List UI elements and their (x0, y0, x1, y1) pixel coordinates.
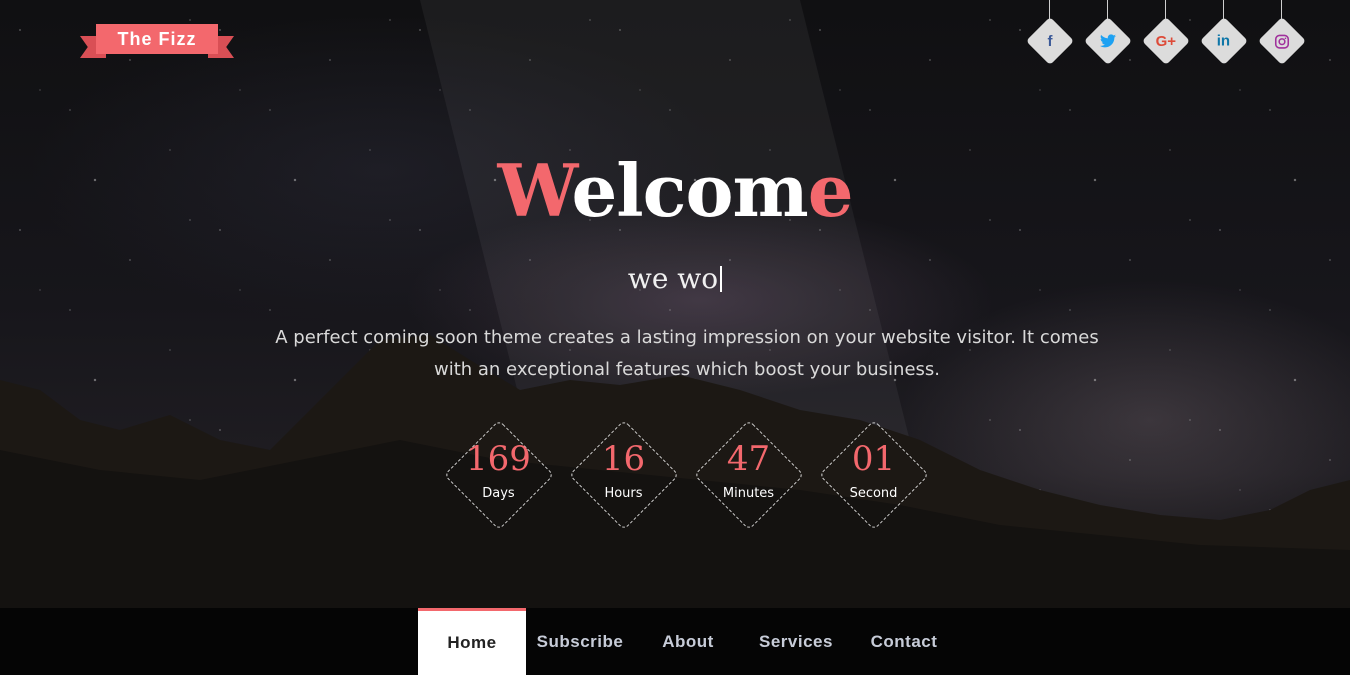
countdown-label: Days (482, 486, 515, 501)
countdown-value: 01 (851, 439, 896, 479)
typed-subtitle: we wo (0, 262, 1350, 295)
instagram-icon[interactable] (1257, 16, 1307, 66)
logo[interactable]: The Fizz (80, 24, 234, 62)
countdown-minutes: 47 Minutes (692, 418, 805, 531)
bottom-navbar: Home Subscribe About Services Contact (0, 608, 1350, 675)
nav-item-about[interactable]: About (634, 608, 742, 675)
countdown-label: Hours (604, 486, 643, 501)
countdown-label: Second (849, 486, 898, 501)
nav-item-home[interactable]: Home (418, 608, 526, 675)
countdown-value: 47 (726, 439, 771, 479)
social-instagram[interactable] (1257, 0, 1307, 70)
google-plus-icon[interactable]: G+ (1141, 16, 1191, 66)
countdown-days: 169 Days (442, 418, 555, 531)
nav-item-services[interactable]: Services (742, 608, 850, 675)
countdown-timer: 169 Days 16 Hours 47 Minutes 01 Second (442, 418, 930, 531)
countdown-hours: 16 Hours (567, 418, 680, 531)
countdown-seconds: 01 Second (817, 418, 930, 531)
nav-item-contact[interactable]: Contact (850, 608, 958, 675)
social-google-plus[interactable]: G+ (1141, 0, 1191, 70)
nav-menu: Home Subscribe About Services Contact (418, 608, 958, 675)
countdown-label: Minutes (722, 486, 775, 501)
facebook-icon[interactable]: f (1025, 16, 1075, 66)
social-links: f G+ in (1025, 0, 1307, 70)
countdown-value: 169 (466, 439, 531, 479)
hero-title: Welcome (497, 148, 853, 233)
nav-item-subscribe[interactable]: Subscribe (526, 608, 634, 675)
hero-description: A perfect coming soon theme creates a la… (275, 327, 1099, 380)
logo-text[interactable]: The Fizz (96, 24, 218, 54)
linkedin-icon[interactable]: in (1199, 16, 1249, 66)
social-linkedin[interactable]: in (1199, 0, 1249, 70)
twitter-icon[interactable] (1083, 16, 1133, 66)
page: The Fizz f G+ in Welcome we wo A perfect… (0, 0, 1350, 675)
text-caret (720, 266, 723, 292)
social-twitter[interactable] (1083, 0, 1133, 70)
countdown-value: 16 (601, 439, 646, 479)
social-facebook[interactable]: f (1025, 0, 1075, 70)
